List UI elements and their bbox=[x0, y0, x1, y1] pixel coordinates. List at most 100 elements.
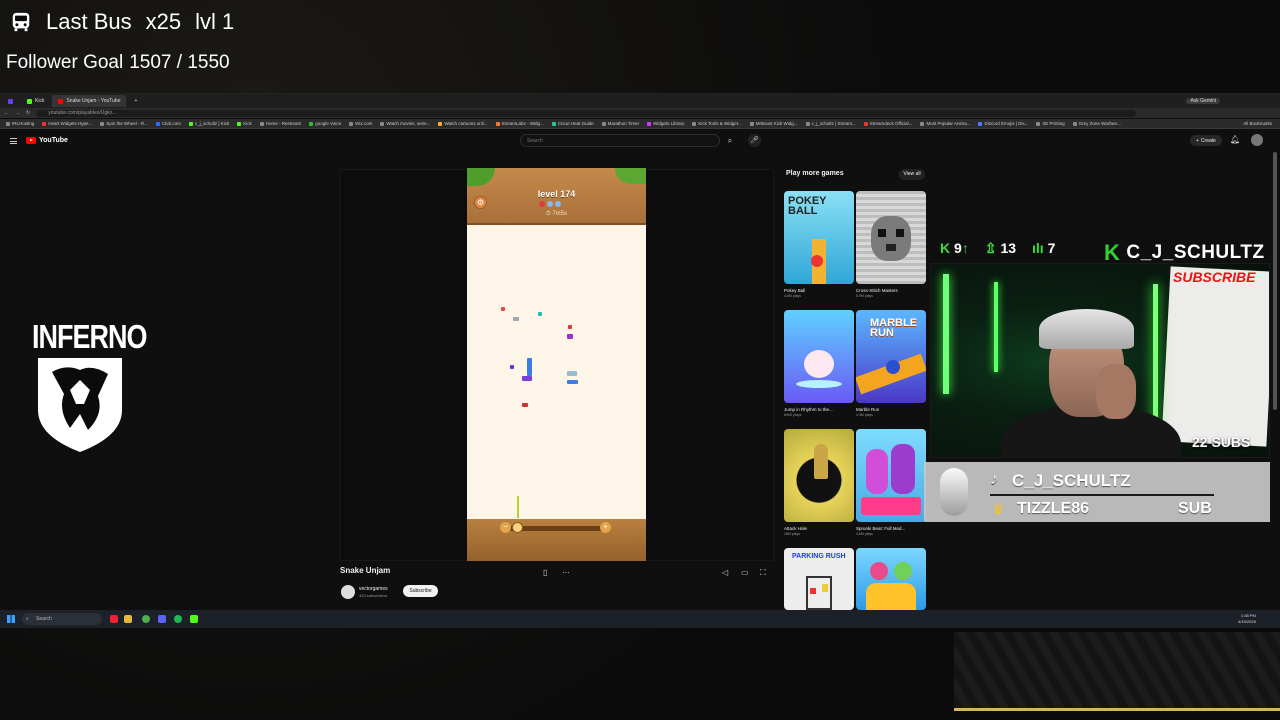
back-icon[interactable]: ← bbox=[4, 110, 9, 116]
bookmark-item[interactable]: Watch movies, serie... bbox=[380, 121, 430, 126]
game-name: Cross-Stitch Masters bbox=[856, 288, 898, 293]
snake-piece[interactable] bbox=[538, 312, 542, 316]
snake-piece[interactable] bbox=[522, 376, 532, 381]
bookmark-item[interactable]: c_j_schultz | Stream... bbox=[805, 121, 856, 126]
game-card-cross-stitch[interactable]: Cross-Stitch Masters 5.9M plays bbox=[856, 191, 926, 298]
bookmark-item[interactable]: Home - Restream bbox=[259, 121, 301, 126]
bookmark-item[interactable]: MrBoost Kick Widg... bbox=[749, 121, 798, 126]
bookmark-item[interactable]: Widgets Library bbox=[647, 121, 684, 126]
more-options-icon[interactable]: ⋯ bbox=[562, 568, 570, 577]
microphone-icon[interactable]: 🎤︎ bbox=[748, 134, 761, 147]
game-card-parking-rush[interactable]: PARKING RUSH bbox=[784, 548, 854, 610]
notifications-icon[interactable]: 🔔︎ bbox=[1230, 135, 1240, 144]
chrome-icon[interactable] bbox=[142, 615, 150, 623]
create-button[interactable]: + Create bbox=[1190, 135, 1222, 146]
snake-unjam-game[interactable]: ⚙ level 174 ⏱ 7m5s − + bbox=[467, 168, 646, 561]
bookmark-item[interactable]: Cricut Heat Guide bbox=[551, 121, 594, 126]
game-card-jump-in-rhythm[interactable]: Jump in Rhythm to the... 690K plays bbox=[784, 310, 854, 417]
snake-piece[interactable] bbox=[513, 317, 519, 321]
tab-youtube[interactable]: Snake Unjam - YouTube bbox=[52, 95, 127, 107]
game-plays: 5.9M plays bbox=[856, 294, 873, 298]
game-card-attack-hole[interactable]: Attack Hole 18M plays bbox=[784, 429, 854, 536]
tiktok-icon: ♪ bbox=[990, 471, 998, 488]
forward-icon[interactable]: → bbox=[15, 110, 20, 116]
game-card-8[interactable] bbox=[856, 548, 926, 610]
game-thumbnail bbox=[856, 548, 926, 610]
bar-chart-icon: ılı bbox=[1032, 240, 1044, 256]
view-all-button[interactable]: View all bbox=[899, 169, 925, 180]
snake-piece[interactable] bbox=[510, 365, 514, 369]
youtube-logo[interactable]: YouTube bbox=[26, 137, 68, 144]
bookmark-item[interactable]: Streamdeck Official... bbox=[863, 121, 912, 126]
search-input[interactable]: Search bbox=[520, 134, 720, 147]
new-tab-button[interactable]: + bbox=[128, 95, 143, 107]
system-clock[interactable]: 1:38 PM 4/15/2025 bbox=[1238, 613, 1256, 625]
snake-piece[interactable] bbox=[527, 358, 532, 376]
game-plays: 4.3M plays bbox=[856, 413, 873, 417]
clock-date: 4/15/2025 bbox=[1238, 619, 1256, 624]
bookmark-item[interactable]: StreamLabs - Widg... bbox=[495, 121, 544, 126]
subscribe-button[interactable]: Subscribe bbox=[403, 585, 438, 597]
spotify-icon[interactable] bbox=[174, 615, 182, 623]
bookmark-item[interactable]: Spin the Wheel - R... bbox=[100, 121, 148, 126]
bookmark-item[interactable]: Kick bbox=[237, 121, 252, 126]
bookmark-item[interactable]: Grey Zone Warfare... bbox=[1072, 121, 1121, 126]
game-plays: 18M plays bbox=[784, 532, 800, 536]
ask-gemini-label: Ask Gemini bbox=[1190, 98, 1216, 104]
bookmark-item[interactable]: Watch cartoons onli... bbox=[438, 121, 488, 126]
crown-icon: ♛ bbox=[992, 501, 1005, 517]
file-explorer-icon[interactable] bbox=[124, 615, 132, 623]
game-card-pokey-ball[interactable]: POKEY BALL Pokey Ball 4.6M plays bbox=[784, 191, 854, 298]
all-bookmarks[interactable]: All Bookmarks bbox=[1243, 121, 1272, 126]
theater-mode-icon[interactable]: ▭ bbox=[741, 568, 749, 577]
game-timer: ⏱ 7m5s bbox=[545, 211, 568, 217]
youtube-icon bbox=[58, 98, 64, 104]
fullscreen-icon[interactable]: ⛶ bbox=[760, 568, 766, 578]
reload-icon[interactable]: ↻ bbox=[26, 110, 30, 116]
ask-gemini-button[interactable]: Ask Gemini bbox=[1186, 98, 1220, 104]
bookmark-item[interactable]: IRLHosting bbox=[6, 121, 34, 126]
windows-start-icon[interactable] bbox=[7, 615, 15, 623]
bookmark-item[interactable]: Marathon Timer bbox=[601, 121, 639, 126]
bookmark-item[interactable]: Discord Emojis | Dis... bbox=[978, 121, 1028, 126]
bookmark-item[interactable]: 3D Printing bbox=[1036, 121, 1065, 126]
zoom-in-button[interactable]: + bbox=[600, 522, 611, 533]
tab-0[interactable] bbox=[2, 95, 19, 107]
bookmark-item[interactable]: Most Popular Anima... bbox=[920, 121, 970, 126]
game-card-marble-run[interactable]: MARBLE RUN Marble Run 4.3M plays bbox=[856, 310, 926, 417]
bookmark-item[interactable]: Wix.com bbox=[349, 121, 372, 126]
streamer-cap bbox=[1039, 309, 1134, 349]
bookmark-item[interactable]: Kick Tools & Widget... bbox=[692, 121, 742, 126]
game-thumbnail bbox=[856, 191, 926, 284]
bookmark-item[interactable]: Heart Widgets Hype... bbox=[42, 121, 92, 126]
url-field[interactable]: youtube.com/playables/Ugkx... bbox=[36, 109, 1137, 117]
snake-piece[interactable] bbox=[501, 307, 505, 311]
last-bus-widget: Last Bus x25 lvl 1 bbox=[10, 8, 234, 36]
search-icon[interactable]: ⌕ bbox=[722, 134, 738, 147]
zoom-out-button[interactable]: − bbox=[500, 522, 511, 533]
snake-piece[interactable] bbox=[567, 380, 578, 384]
snake-piece[interactable] bbox=[568, 325, 572, 329]
snake-piece[interactable] bbox=[567, 371, 577, 376]
channel-name[interactable]: vectorgames bbox=[359, 586, 388, 592]
bookmark-item[interactable]: Club.com bbox=[155, 121, 181, 126]
tab-kick[interactable]: Kick bbox=[21, 95, 50, 107]
avatar[interactable] bbox=[1251, 134, 1263, 146]
game-card-sprunki-beat[interactable]: Sprunki Beat: Full Mod... 4.6M plays bbox=[856, 429, 926, 536]
zoom-slider-handle[interactable] bbox=[512, 522, 523, 533]
bookmark-icon[interactable]: ▯ bbox=[543, 568, 547, 577]
kick-icon[interactable] bbox=[190, 615, 198, 623]
discord-icon[interactable] bbox=[158, 615, 166, 623]
mute-icon[interactable]: ◁ bbox=[722, 568, 728, 577]
divider bbox=[990, 494, 1214, 496]
taskbar-search[interactable]: ⌕ Search bbox=[22, 613, 102, 625]
snake-piece[interactable] bbox=[522, 403, 528, 407]
app-icon[interactable] bbox=[110, 615, 118, 623]
bookmark-item[interactable]: c_j_schultz | Kick bbox=[188, 121, 229, 126]
menu-icon[interactable] bbox=[10, 138, 17, 144]
stream-overlay-top: Last Bus x25 lvl 1 Follower Goal 1507 / … bbox=[0, 0, 1280, 92]
scrollbar[interactable] bbox=[1273, 152, 1277, 410]
snake-piece[interactable] bbox=[567, 334, 573, 339]
channel-avatar[interactable] bbox=[341, 585, 355, 599]
bookmark-item[interactable]: google Voice bbox=[309, 121, 341, 126]
